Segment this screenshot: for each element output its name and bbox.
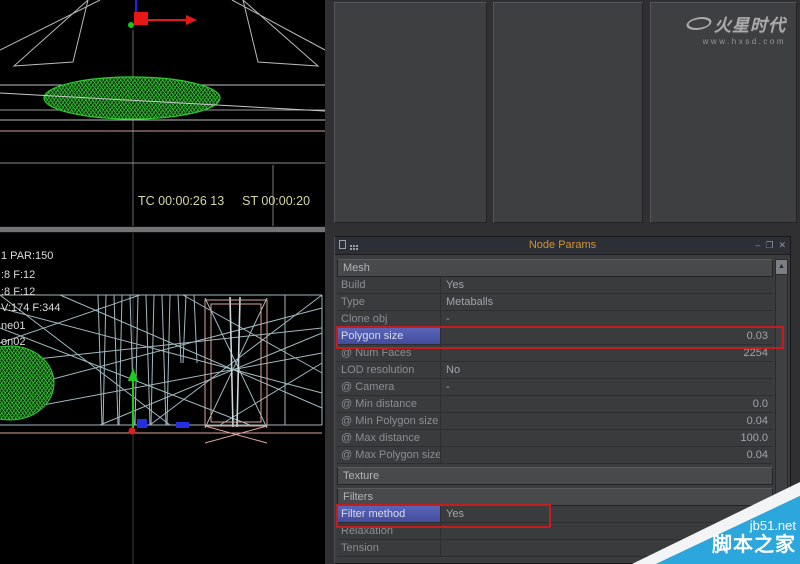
param-value[interactable]: 100.0 [441,430,773,446]
hxsd-logo-swoosh-icon [683,17,715,30]
node-params-panel: Node Params – ❐ ✕ Mesh Build Yes Type Metaba… [334,236,791,564]
param-row-min-distance[interactable]: @ Min distance 0.0 [337,396,773,413]
param-row-clone-obj[interactable]: Clone obj - [337,311,773,328]
param-row-camera[interactable]: @ Camera - [337,379,773,396]
panel-title: Node Params [528,239,597,251]
param-value[interactable]: Metaballs [441,294,773,310]
param-label[interactable]: Type [337,294,441,310]
scrollbar[interactable]: ▲ [775,259,788,561]
close-icon[interactable]: ✕ [778,237,786,254]
param-label[interactable]: Tension [337,540,441,556]
param-label[interactable]: @ Min Polygon size [337,413,441,429]
param-value[interactable]: 0.04 [441,413,773,429]
param-value[interactable]: 2254 [441,345,773,361]
viewport-stat-line: :8 F:12 [1,286,36,298]
right-panel-region: 火星时代 www.hxsd.com Node Params – ❐ ✕ Mesh… [325,0,800,564]
param-row-min-polygon-size[interactable]: @ Min Polygon size 0.04 [337,413,773,430]
pin-window-icon[interactable] [339,240,346,249]
param-row-tension[interactable]: Tension [337,540,773,557]
empty-panel-3: 火星时代 www.hxsd.com [650,2,797,223]
hxsd-logo-url: www.hxsd.com [702,37,786,46]
node-params-titlebar[interactable]: Node Params – ❐ ✕ [335,237,790,255]
minimize-icon[interactable]: – [755,237,760,254]
param-label[interactable]: @ Min distance [337,396,441,412]
param-row-max-polygon-size[interactable]: @ Max Polygon size 0.04 [337,447,773,464]
param-value[interactable]: - [441,379,773,395]
param-row-polygon-size[interactable]: Polygon size 0.03 [337,328,773,345]
viewport-top-wireframe [0,0,325,226]
param-row-lod-resolution[interactable]: LOD resolution No [337,362,773,379]
param-label[interactable]: @ Num Faces [337,345,441,361]
viewport-splitter-horizontal[interactable] [0,226,325,233]
viewport-stat-line: on02 [1,336,26,348]
param-label[interactable]: @ Max Polygon size [337,447,441,463]
param-value[interactable]: - [441,311,773,327]
param-row-num-faces[interactable]: @ Num Faces 2254 [337,345,773,362]
viewport-stat-line: V:174 F:344 [1,302,61,314]
param-label[interactable]: @ Camera [337,379,441,395]
param-label[interactable]: Filter method [337,506,441,522]
param-value[interactable]: Yes [441,506,773,522]
param-value[interactable]: 0.03 [441,328,773,344]
param-label[interactable]: Clone obj [337,311,441,327]
hxsd-logo-text: 火星时代 [714,16,786,35]
timecode-tc: TC 00:00:26 13 [138,194,225,208]
param-row-filter-method[interactable]: Filter method Yes [337,506,773,523]
param-row-type[interactable]: Type Metaballs [337,294,773,311]
hxsd-watermark: 火星时代 www.hxsd.com [683,11,786,46]
param-row-relaxation[interactable]: Relaxation [337,523,773,540]
param-value[interactable] [441,523,773,539]
param-label[interactable]: Build [337,277,441,293]
scroll-up-arrow-icon[interactable]: ▲ [776,260,787,275]
dock-grid-icon[interactable] [350,244,352,247]
timecode-display: TC 00:00:26 13 ST 00:00:20 [138,194,310,208]
restore-icon[interactable]: ❐ [765,237,773,254]
timecode-st: ST 00:00:20 [242,194,311,208]
viewport-bottom-wireframe [0,233,323,564]
param-label[interactable]: @ Max distance [337,430,441,446]
param-value[interactable]: Yes [441,277,773,293]
viewport-stat-line: 1 PAR:150 [1,250,54,262]
viewport-top[interactable]: TC 00:00:26 13 ST 00:00:20 [0,0,325,226]
param-value[interactable]: 0.0 [441,396,773,412]
empty-panel-2 [493,2,643,223]
section-header-mesh[interactable]: Mesh [337,259,773,277]
viewport-stat-line: ne01 [1,320,26,332]
param-label[interactable]: LOD resolution [337,362,441,378]
section-header-texture[interactable]: Texture [337,467,773,485]
viewport-stat-line: :8 F:12 [1,269,36,281]
viewport-bottom[interactable]: 1 PAR:150 :8 F:12 :8 F:12 V:174 F:344 ne01 on… [0,233,325,564]
param-value[interactable]: 0.04 [441,447,773,463]
param-label[interactable]: Relaxation [337,523,441,539]
param-value[interactable]: No [441,362,773,378]
transform-gizmo [128,0,197,28]
param-value[interactable] [441,540,773,556]
section-header-filters[interactable]: Filters [337,488,773,506]
node-params-body: Mesh Build Yes Type Metaballs Clone obj - Polyg… [337,259,773,561]
param-label[interactable]: Polygon size [337,328,441,344]
param-row-build[interactable]: Build Yes [337,277,773,294]
param-row-max-distance[interactable]: @ Max distance 100.0 [337,430,773,447]
empty-panel-1 [334,2,487,223]
